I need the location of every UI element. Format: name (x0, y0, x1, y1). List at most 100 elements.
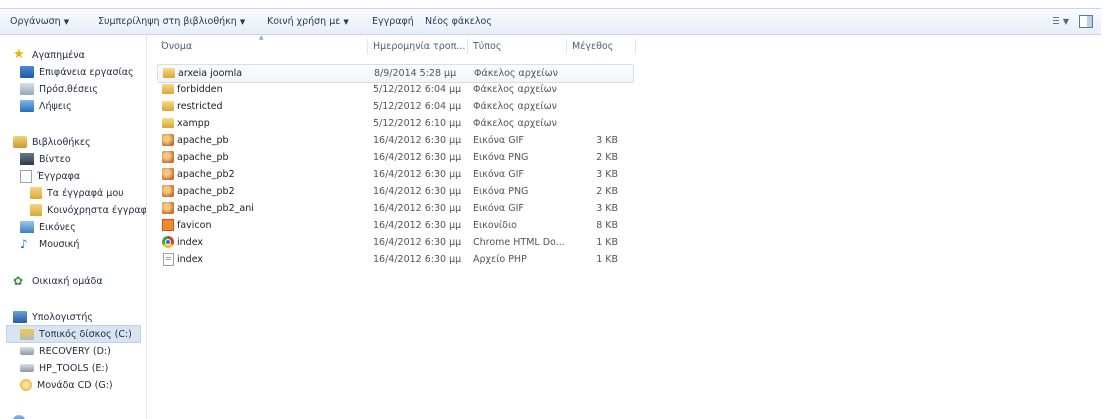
image-icon (162, 168, 174, 180)
change-view-button[interactable]: ▼ (1053, 14, 1069, 28)
nav-public-documents[interactable]: Κοινόχρηστα έγγραφα (30, 202, 147, 218)
image-icon (162, 151, 174, 163)
php-file-icon (163, 253, 174, 266)
nav-local-disk[interactable]: Τοπικός δίσκος (C:) (6, 325, 141, 343)
nav-label: Μουσική (39, 238, 80, 250)
nav-documents[interactable]: Έγγραφα (20, 168, 80, 184)
video-icon (20, 153, 34, 165)
nav-label: Τα έγγραφά μου (47, 187, 124, 199)
file-row[interactable]: apache_pb2 16/4/2012 6:30 μμ Εικόνα GIF … (157, 166, 632, 183)
column-header-type[interactable]: Τύπος (473, 41, 501, 52)
file-date: 16/4/2012 6:30 μμ (373, 135, 462, 146)
file-name: apache_pb2 (177, 169, 235, 180)
file-size: 3 KB (596, 203, 618, 214)
file-size: 2 KB (596, 152, 618, 163)
chevron-down-icon: ▼ (1062, 16, 1069, 26)
nav-network[interactable] (13, 412, 30, 419)
column-divider[interactable] (367, 39, 368, 54)
file-size: 2 KB (596, 186, 618, 197)
file-row[interactable]: index 16/4/2012 6:30 μμ Chrome HTML Do..… (157, 234, 632, 251)
nav-libraries[interactable]: Βιβλιοθήκες (13, 134, 91, 150)
column-header-size[interactable]: Μέγεθος (572, 41, 613, 52)
network-icon (13, 415, 25, 419)
nav-label: Βιβλιοθήκες (32, 136, 91, 148)
nav-desktop[interactable]: Επιφάνεια εργασίας (20, 64, 134, 80)
image-icon (162, 134, 174, 146)
file-date: 16/4/2012 6:30 μμ (373, 152, 462, 163)
include-in-library-button[interactable]: Συμπερίληψη στη βιβλιοθήκη ▼ (98, 16, 245, 27)
file-name: forbidden (177, 84, 223, 95)
nav-videos[interactable]: Βίντεο (20, 151, 71, 167)
column-header-date[interactable]: Ημερομηνία τροπ... (373, 41, 465, 52)
nav-hp-tools-drive[interactable]: HP_TOOLS (E:) (20, 360, 108, 376)
file-type: Αρχείο PHP (473, 254, 527, 265)
pictures-icon (20, 221, 34, 233)
chevron-down-icon: ▼ (63, 18, 70, 26)
column-divider[interactable] (467, 39, 468, 54)
nav-label: Βίντεο (39, 153, 71, 165)
folder-icon (30, 204, 42, 216)
file-row[interactable]: xampp 5/12/2012 6:10 μμ Φάκελος αρχείων (157, 115, 632, 132)
chevron-down-icon: ▼ (343, 18, 349, 26)
file-name: restricted (177, 101, 223, 112)
star-icon: ★ (13, 47, 25, 62)
folder-icon (162, 118, 174, 128)
nav-recent-places[interactable]: Πρόσ.θέσεις (20, 81, 98, 97)
view-list-icon (1053, 16, 1059, 26)
file-name: favicon (177, 220, 212, 231)
file-name: apache_pb2 (177, 186, 235, 197)
file-type: Εικόνα PNG (473, 186, 529, 197)
homegroup-icon: ✿ (13, 274, 24, 288)
file-type: Εικόνα PNG (473, 152, 529, 163)
file-type: Εικόνα GIF (473, 203, 524, 214)
folder-icon (30, 187, 42, 199)
nav-homegroup[interactable]: ✿ Οικιακή ομάδα (13, 273, 103, 289)
file-row[interactable]: apache_pb2_ani 16/4/2012 6:30 μμ Εικόνα … (157, 200, 632, 217)
nav-recovery-drive[interactable]: RECOVERY (D:) (20, 343, 111, 359)
system-drive-icon (20, 328, 34, 340)
file-row[interactable]: restricted 5/12/2012 6:04 μμ Φάκελος αρχ… (157, 98, 632, 115)
recent-places-icon (20, 83, 34, 95)
share-with-button[interactable]: Κοινή χρήση με ▼ (267, 16, 349, 27)
nav-computer[interactable]: Υπολογιστής (13, 309, 93, 325)
column-divider[interactable] (566, 39, 567, 54)
navigation-pane: ★ Αγαπημένα Επιφάνεια εργασίας Πρόσ.θέσει… (0, 35, 147, 419)
nav-cd-drive[interactable]: Μονάδα CD (G:) (20, 377, 113, 393)
file-size: 3 KB (596, 135, 618, 146)
music-icon: ♪ (20, 237, 28, 251)
nav-favorites[interactable]: ★ Αγαπημένα (13, 47, 85, 63)
nav-label: Οικιακή ομάδα (32, 275, 103, 287)
column-header-name[interactable]: Όνομα (161, 41, 192, 52)
nav-music[interactable]: ♪ Μουσική (20, 236, 79, 252)
file-date: 5/12/2012 6:10 μμ (373, 118, 462, 129)
file-date: 5/12/2012 6:04 μμ (373, 84, 462, 95)
icon-file-icon (162, 219, 174, 231)
organize-menu-button[interactable]: Οργάνωση ▼ (10, 16, 69, 27)
computer-icon (13, 311, 27, 323)
include-library-label: Συμπερίληψη στη βιβλιοθήκη (98, 16, 237, 27)
file-row[interactable]: favicon 16/4/2012 6:30 μμ Εικονίδιο 8 KB (157, 217, 632, 234)
nav-label: Κοινόχρηστα έγγραφα (47, 204, 147, 216)
file-row[interactable]: apache_pb 16/4/2012 6:30 μμ Εικόνα PNG 2… (157, 149, 632, 166)
file-size: 8 KB (596, 220, 618, 231)
nav-my-documents[interactable]: Τα έγγραφά μου (30, 185, 124, 201)
nav-label: RECOVERY (D:) (39, 345, 111, 357)
file-row[interactable]: apache_pb 16/4/2012 6:30 μμ Εικόνα GIF 3… (157, 132, 632, 149)
new-folder-button[interactable]: Νέος φάκελος (425, 16, 492, 27)
column-divider[interactable] (635, 39, 636, 54)
nav-label: Υπολογιστής (32, 311, 93, 323)
nav-pictures[interactable]: Εικόνες (20, 219, 76, 235)
nav-label: Τοπικός δίσκος (C:) (39, 328, 132, 340)
file-date: 16/4/2012 6:30 μμ (373, 254, 462, 265)
file-row[interactable]: forbidden 5/12/2012 6:04 μμ Φάκελος αρχε… (157, 81, 632, 98)
preview-pane-button[interactable] (1079, 14, 1093, 28)
chrome-icon (162, 236, 174, 248)
header-label: Όνομα (161, 41, 193, 52)
file-row[interactable]: apache_pb2 16/4/2012 6:30 μμ Εικόνα PNG … (157, 183, 632, 200)
burn-button[interactable]: Εγγραφή (372, 16, 414, 27)
organize-label: Οργάνωση (10, 16, 61, 27)
nav-downloads[interactable]: Λήψεις (20, 98, 72, 114)
file-row[interactable]: index 16/4/2012 6:30 μμ Αρχείο PHP 1 KB (157, 251, 632, 268)
file-date: 16/4/2012 6:30 μμ (373, 186, 462, 197)
image-icon (162, 202, 174, 214)
